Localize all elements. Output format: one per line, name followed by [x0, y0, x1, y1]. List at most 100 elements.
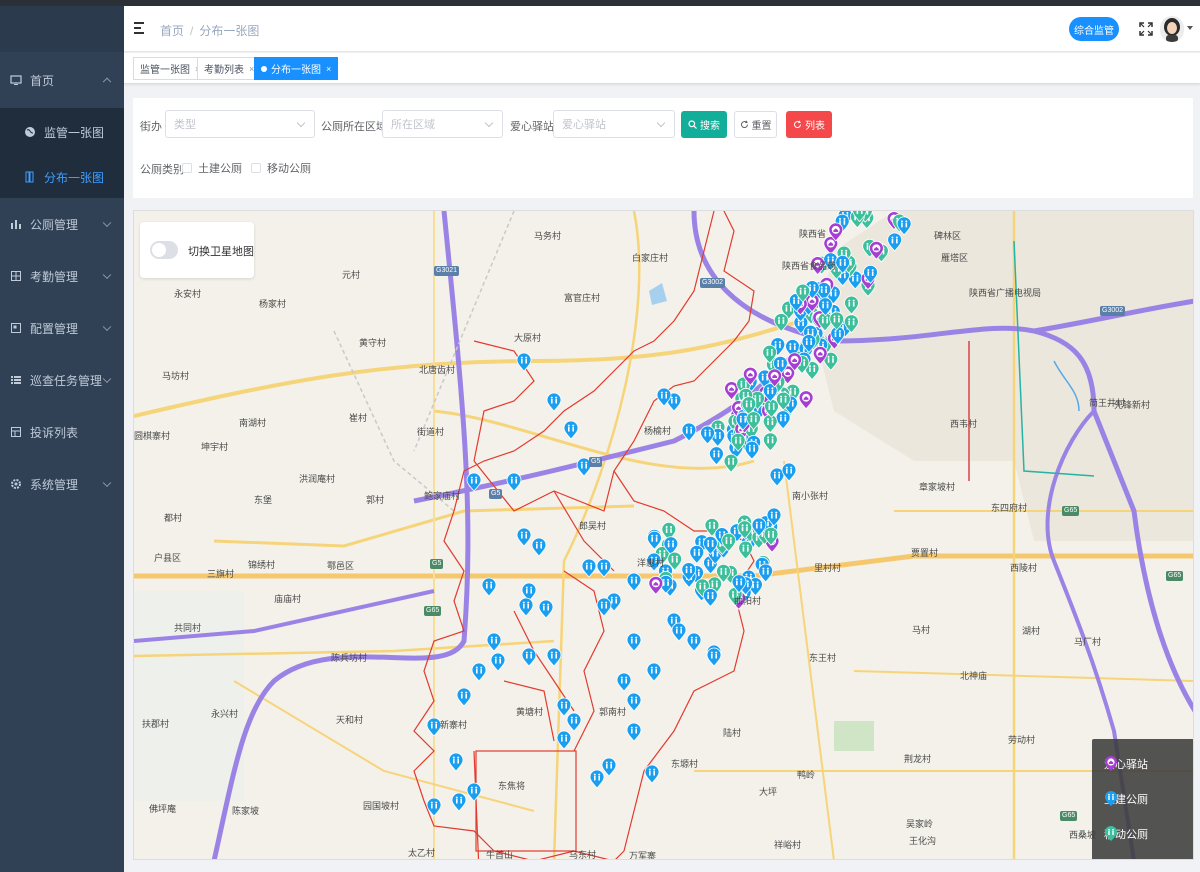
- legend-item-mobile-toilet: 移动公厕: [1104, 826, 1148, 842]
- civil-toilet-marker[interactable]: [644, 764, 660, 784]
- sidebar-item-inspection[interactable]: 巡查任务管理: [0, 354, 124, 406]
- sidebar-item-complaints[interactable]: 投诉列表: [0, 406, 124, 458]
- reset-button[interactable]: 重置: [734, 111, 777, 138]
- map-place-label: 黄塘村: [516, 707, 544, 717]
- civil-toilet-marker[interactable]: [646, 662, 662, 682]
- sidebar-item-toilet-management[interactable]: 公厕管理: [0, 198, 124, 250]
- map-place-label: 先锋新村: [1114, 400, 1151, 410]
- caret-down-icon[interactable]: [1187, 26, 1193, 30]
- civil-toilet-marker[interactable]: [490, 652, 506, 672]
- civil-toilet-marker[interactable]: [689, 544, 705, 564]
- map-place-label: 佛坪庵: [149, 804, 177, 814]
- civil-toilet-marker[interactable]: [516, 527, 532, 547]
- mobile-toilet-marker[interactable]: [738, 540, 754, 560]
- monitor-button[interactable]: 综合监管: [1069, 17, 1119, 41]
- civil-toilet-marker[interactable]: [566, 712, 582, 732]
- civil-toilet-marker[interactable]: [781, 462, 797, 482]
- civil-toilet-marker[interactable]: [506, 472, 522, 492]
- road-badge: G65: [1166, 571, 1184, 581]
- civil-toilet-marker[interactable]: [531, 537, 547, 557]
- civil-toilet-marker[interactable]: [538, 599, 554, 619]
- civil-toilet-marker[interactable]: [589, 769, 605, 789]
- map-place-label: 共同村: [174, 623, 202, 633]
- civil-toilet-marker[interactable]: [448, 752, 464, 772]
- map-place-label: 坤宇村: [201, 442, 229, 452]
- satellite-switch[interactable]: [150, 241, 178, 259]
- checkbox-mobile-toilet[interactable]: 移动公厕: [251, 160, 311, 176]
- tag-label: 监管一张图: [140, 65, 190, 76]
- map-place-label: 万军寨: [629, 851, 657, 860]
- civil-toilet-marker[interactable]: [626, 632, 642, 652]
- civil-toilet-marker[interactable]: [521, 647, 537, 667]
- civil-toilet-marker[interactable]: [758, 563, 774, 583]
- map-canvas[interactable]: [134, 211, 1194, 860]
- civil-toilet-marker[interactable]: [466, 782, 482, 802]
- search-button[interactable]: 搜索: [681, 111, 727, 138]
- civil-toilet-marker[interactable]: [546, 647, 562, 667]
- tag-attendance-list[interactable]: 考勤列表 ×: [197, 57, 262, 80]
- hamburger-icon[interactable]: [134, 22, 146, 34]
- checkbox-civil-toilet[interactable]: 土建公厕: [182, 160, 242, 176]
- civil-toilet-marker[interactable]: [516, 352, 532, 372]
- map-place-label: 西陵村: [1010, 563, 1038, 573]
- close-icon[interactable]: ×: [326, 64, 331, 74]
- sidebar-item-home[interactable]: 首页: [0, 52, 124, 108]
- civil-toilet-marker[interactable]: [626, 692, 642, 712]
- map-place-label: 东堡: [254, 495, 273, 505]
- civil-toilet-marker[interactable]: [671, 622, 687, 642]
- map-place-label: 王化沟: [909, 836, 937, 846]
- map-place-label: 鸭岭: [797, 770, 816, 780]
- civil-toilet-marker[interactable]: [563, 420, 579, 440]
- map-place-label: 碑林区: [934, 231, 962, 241]
- area-select[interactable]: 所在区域: [382, 110, 503, 138]
- civil-toilet-marker[interactable]: [556, 730, 572, 750]
- civil-toilet-marker[interactable]: [616, 672, 632, 692]
- mobile-toilet-marker[interactable]: [762, 432, 778, 452]
- checkbox-box[interactable]: [251, 163, 261, 173]
- civil-toilet-marker[interactable]: [626, 722, 642, 742]
- sidebar-item-config[interactable]: 配置管理: [0, 302, 124, 354]
- civil-toilet-marker[interactable]: [546, 392, 562, 412]
- civil-toilet-marker[interactable]: [702, 588, 718, 608]
- sidebar-item-supervision-map[interactable]: 监管一张图: [0, 108, 124, 156]
- checkbox-box[interactable]: [182, 163, 192, 173]
- map-place-label: 荆龙村: [904, 754, 932, 764]
- tag-distribution-map[interactable]: 分布一张图 ×: [254, 57, 339, 80]
- love-station-marker[interactable]: [798, 390, 814, 410]
- civil-toilet-marker[interactable]: [518, 597, 534, 617]
- civil-toilet-marker[interactable]: [426, 717, 442, 737]
- sidebar-item-system[interactable]: 系统管理: [0, 458, 124, 510]
- mobile-toilet-marker[interactable]: [723, 453, 739, 473]
- avatar[interactable]: [1160, 16, 1184, 42]
- civil-toilet-marker[interactable]: [451, 792, 467, 812]
- sidebar-item-distribution-map[interactable]: 分布一张图: [0, 156, 124, 198]
- civil-toilet-marker[interactable]: [456, 687, 472, 707]
- civil-toilet-marker[interactable]: [706, 647, 722, 667]
- civil-toilet-marker[interactable]: [601, 757, 617, 777]
- civil-toilet-marker[interactable]: [700, 425, 715, 445]
- civil-toilet-marker[interactable]: [471, 662, 487, 682]
- mobile-toilet-marker[interactable]: [762, 414, 778, 434]
- checkbox-label: 移动公厕: [267, 163, 311, 175]
- sidebar-item-attendance[interactable]: 考勤管理: [0, 250, 124, 302]
- breadcrumb-home[interactable]: 首页: [160, 24, 184, 38]
- map-place-label: 马厂村: [1074, 637, 1102, 647]
- road-badge: G65: [1060, 811, 1078, 821]
- breadcrumb-current: 分布一张图: [199, 24, 260, 38]
- civil-toilet-marker[interactable]: [626, 572, 642, 592]
- map-place-label: 太乙村: [408, 848, 436, 858]
- civil-toilet-marker[interactable]: [686, 632, 702, 652]
- table-icon: [10, 426, 22, 438]
- love-station-marker[interactable]: [648, 575, 664, 595]
- civil-toilet-marker[interactable]: [647, 530, 662, 550]
- civil-toilet-marker[interactable]: [744, 440, 760, 460]
- station-select[interactable]: 爱心驿站: [553, 110, 675, 138]
- civil-toilet-marker[interactable]: [709, 446, 724, 466]
- civil-toilet-marker[interactable]: [775, 410, 791, 430]
- civil-toilet-marker[interactable]: [486, 632, 502, 652]
- street-select[interactable]: 类型: [165, 110, 315, 138]
- list-button[interactable]: 列表: [786, 111, 832, 138]
- fullscreen-icon[interactable]: [1139, 22, 1153, 36]
- map-view[interactable]: 马务村 白家庄村 陕西省 碑林区 元村 永安村 杨家村 富官庄村 陕西省食品药 陕西省广播电视局 雁…: [133, 210, 1194, 860]
- civil-toilet-marker[interactable]: [481, 577, 497, 597]
